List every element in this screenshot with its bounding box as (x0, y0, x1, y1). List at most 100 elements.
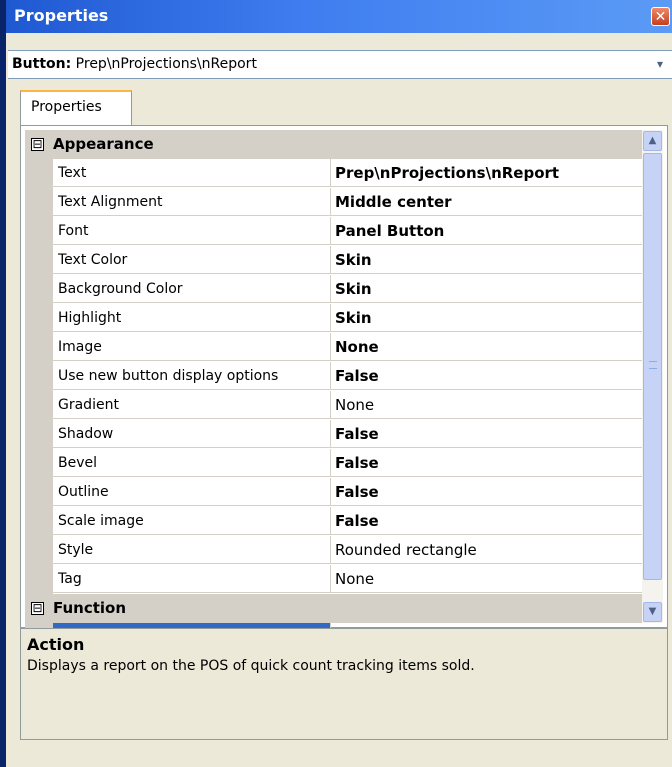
property-value[interactable]: False (331, 420, 642, 448)
property-value-text: Skin (335, 251, 372, 269)
scroll-down-button[interactable]: ▼ (643, 602, 662, 622)
property-value-text: None (335, 570, 375, 588)
row-gutter (25, 565, 53, 594)
arrow-up-icon: ▲ (648, 135, 657, 146)
property-value[interactable]: Prep\nProjections\nReport (331, 159, 642, 187)
property-name[interactable]: Scale image (53, 507, 331, 535)
row-gutter (25, 333, 53, 362)
property-value[interactable]: Skin (331, 246, 642, 274)
property-value-text: None (335, 338, 379, 356)
description-panel: Action Displays a report on the POS of q… (20, 628, 668, 740)
property-row[interactable]: Text Color Skin (25, 246, 642, 275)
property-row[interactable]: Shadow False (25, 420, 642, 449)
row-gutter (25, 507, 53, 536)
object-type-label: Button: (12, 56, 72, 72)
close-icon: ✕ (654, 9, 667, 25)
property-value[interactable]: None (331, 565, 642, 593)
property-row[interactable]: Gradient None (25, 391, 642, 420)
row-gutter (25, 159, 53, 188)
object-selector[interactable]: Button: Prep\nProjections\nReport ▾ (8, 50, 672, 79)
property-name[interactable]: Shadow (53, 420, 331, 448)
row-gutter (25, 246, 53, 275)
property-name[interactable]: Highlight (53, 304, 331, 332)
property-value[interactable]: Middle center (331, 188, 642, 216)
property-row[interactable]: Image None (25, 333, 642, 362)
row-gutter (25, 275, 53, 304)
row-gutter (25, 362, 53, 391)
property-row[interactable]: Font Panel Button (25, 217, 642, 246)
property-name[interactable]: Text Alignment (53, 188, 331, 216)
property-value[interactable]: None (331, 391, 642, 419)
category-label: Appearance (53, 135, 154, 153)
property-value[interactable]: Skin (331, 304, 642, 332)
row-gutter (25, 188, 53, 217)
property-name[interactable]: Outline (53, 478, 331, 506)
property-row[interactable]: Text Alignment Middle center (25, 188, 642, 217)
properties-window: Properties ✕ Button: Prep\nProjections\n… (0, 0, 672, 767)
description-title: Action (27, 635, 85, 654)
row-gutter (25, 536, 53, 565)
category-row[interactable]: ⊟ Function (25, 594, 642, 623)
row-gutter (25, 391, 53, 420)
property-value-text: False (335, 512, 379, 530)
property-name[interactable]: Bevel (53, 449, 331, 477)
property-name[interactable]: Image (53, 333, 331, 361)
window-left-border (0, 0, 6, 767)
collapse-icon[interactable]: ⊟ (31, 602, 44, 615)
property-row[interactable]: Bevel False (25, 449, 642, 478)
scroll-up-button[interactable]: ▲ (643, 131, 662, 151)
row-gutter (25, 217, 53, 246)
arrow-down-icon: ▼ (648, 606, 657, 617)
category-label: Function (53, 599, 127, 617)
property-value[interactable]: Rounded rectangle (331, 536, 642, 564)
property-name[interactable]: Use new button display options (53, 362, 331, 390)
property-value-text: Prep\nProjections\nReport (335, 164, 560, 182)
property-row[interactable]: Style Rounded rectangle (25, 536, 642, 565)
property-value[interactable]: Skin (331, 275, 642, 303)
property-row[interactable]: Outline False (25, 478, 642, 507)
property-name[interactable]: Font (53, 217, 331, 245)
property-value[interactable]: False (331, 362, 642, 390)
property-name[interactable]: Text (53, 159, 331, 187)
property-value-text: False (335, 483, 379, 501)
property-value-text: Panel Button (335, 222, 445, 240)
property-value[interactable]: False (331, 478, 642, 506)
row-gutter (25, 304, 53, 333)
property-name[interactable]: Text Color (53, 246, 331, 274)
tab-properties[interactable]: Properties (20, 90, 132, 125)
close-button[interactable]: ✕ (651, 7, 670, 26)
property-name[interactable]: Background Color (53, 275, 331, 303)
property-value-text: Rounded rectangle (335, 541, 477, 559)
scroll-thumb[interactable] (643, 153, 662, 580)
property-row[interactable]: Tag None (25, 565, 642, 594)
property-value[interactable]: False (331, 449, 642, 477)
object-name: Prep\nProjections\nReport (75, 56, 257, 72)
object-selector-text: Button: Prep\nProjections\nReport (12, 56, 257, 72)
row-gutter (25, 449, 53, 478)
property-value[interactable]: None (331, 333, 642, 361)
property-name[interactable]: Tag (53, 565, 331, 593)
property-row[interactable]: Background Color Skin (25, 275, 642, 304)
property-row[interactable]: Use new button display options False (25, 362, 642, 391)
property-value-text: None (335, 396, 375, 414)
property-row[interactable]: Highlight Skin (25, 304, 642, 333)
property-value-text: Skin (335, 280, 372, 298)
property-value-text: False (335, 367, 379, 385)
tab-properties-label: Properties (31, 99, 102, 115)
title-bar[interactable]: Properties ✕ (6, 0, 672, 33)
category-row[interactable]: ⊟ Appearance (25, 130, 642, 159)
property-value[interactable]: Panel Button (331, 217, 642, 245)
collapse-icon[interactable]: ⊟ (31, 138, 44, 151)
row-gutter (25, 420, 53, 449)
property-value[interactable]: False (331, 507, 642, 535)
property-grid: ⊟ Appearance Text Prep\nProjections\nReport… (25, 130, 642, 652)
property-row[interactable]: Text Prep\nProjections\nReport (25, 159, 642, 188)
property-name[interactable]: Style (53, 536, 331, 564)
property-grid-panel: ⊟ Appearance Text Prep\nProjections\nReport… (20, 125, 668, 652)
chevron-down-icon[interactable]: ▾ (652, 57, 668, 72)
description-text: Displays a report on the POS of quick co… (27, 658, 475, 674)
property-name[interactable]: Gradient (53, 391, 331, 419)
vertical-scrollbar[interactable]: ▲ ▼ (642, 130, 663, 623)
property-row[interactable]: Scale image False (25, 507, 642, 536)
property-value-text: False (335, 454, 379, 472)
